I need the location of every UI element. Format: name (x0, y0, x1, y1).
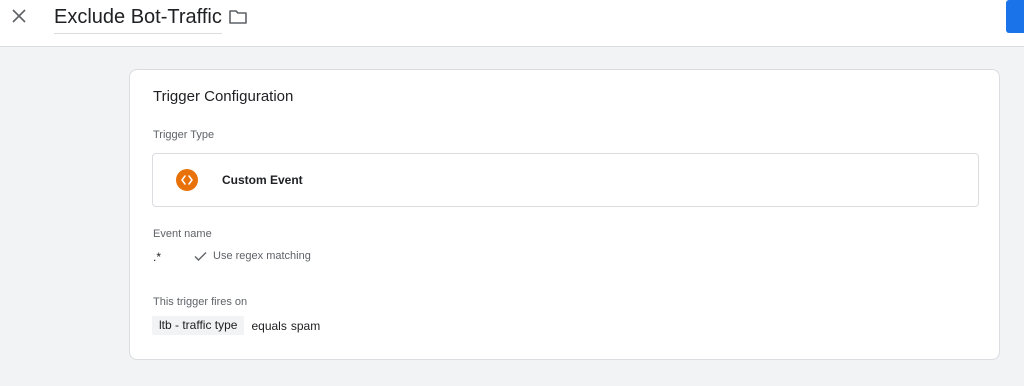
save-button[interactable] (1006, 0, 1024, 33)
top-bar: Exclude Bot-Traffic (0, 0, 1024, 47)
regex-matching-indicator: Use regex matching (194, 250, 311, 262)
trigger-type-name: Custom Event (222, 173, 303, 187)
trigger-title[interactable]: Exclude Bot-Traffic (54, 6, 222, 34)
close-button[interactable] (8, 4, 30, 28)
event-name-label: Event name (153, 228, 212, 240)
folder-icon (229, 10, 247, 24)
code-brackets-icon (176, 169, 198, 191)
condition-value: spam (290, 318, 321, 333)
condition-variable: ltb - traffic type (152, 316, 245, 335)
trigger-condition: ltb - traffic type equals spam (152, 316, 320, 335)
card-title: Trigger Configuration (153, 88, 294, 105)
close-icon (12, 9, 26, 23)
folder-button[interactable] (226, 6, 250, 28)
trigger-type-label: Trigger Type (153, 129, 215, 141)
trigger-configuration-card[interactable]: Trigger Configuration Trigger Type Custo… (129, 69, 1000, 360)
condition-operator: equals (251, 318, 287, 333)
check-icon (194, 251, 207, 261)
event-name-value: .* (153, 250, 162, 264)
regex-label: Use regex matching (213, 250, 311, 262)
trigger-type-selector[interactable]: Custom Event (152, 153, 979, 207)
fires-on-label: This trigger fires on (153, 296, 248, 308)
title-field[interactable]: Exclude Bot-Traffic (54, 0, 222, 34)
